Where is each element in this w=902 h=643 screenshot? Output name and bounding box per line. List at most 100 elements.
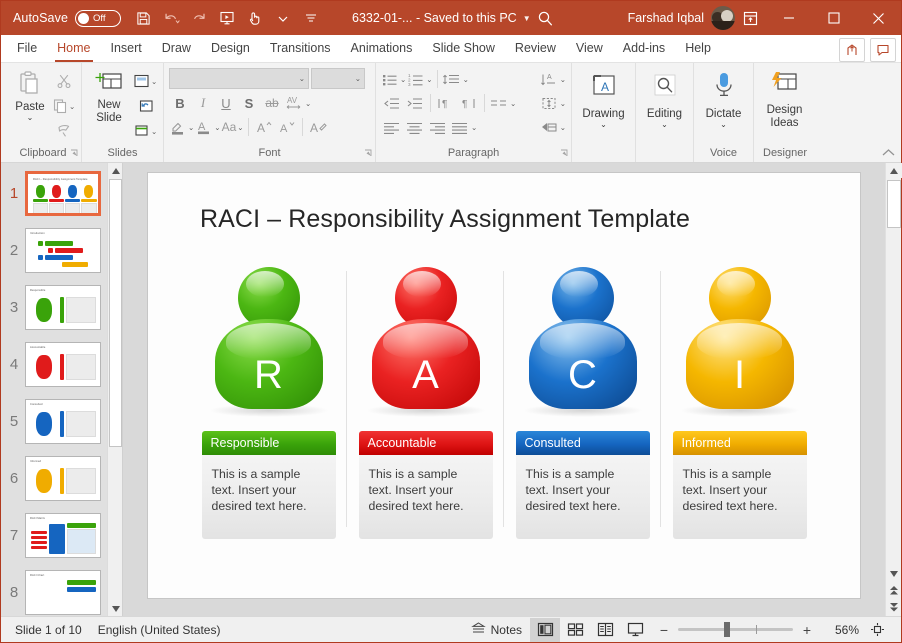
maximize-button[interactable] xyxy=(811,1,856,35)
convert-to-smartart-button[interactable]: ⌄ xyxy=(539,116,566,138)
thumbnail-preview[interactable]: Consulted xyxy=(25,399,101,444)
thumbnail-slide-3[interactable]: 3 Responsible xyxy=(1,285,122,330)
avatar[interactable] xyxy=(711,6,735,30)
tab-design[interactable]: Design xyxy=(201,35,260,62)
card-responsible[interactable]: Responsible This is a sample text. Inser… xyxy=(201,431,336,539)
zoom-slider[interactable] xyxy=(678,622,793,637)
figure-accountable[interactable]: A xyxy=(359,263,493,431)
chevron-down-icon[interactable]: ⌄ xyxy=(214,123,220,132)
minimize-button[interactable] xyxy=(766,1,811,35)
thumbnail-preview[interactable]: Responsible xyxy=(25,285,101,330)
figure-responsible[interactable]: R xyxy=(202,263,336,431)
slide-layout-button[interactable]: ⌄ xyxy=(133,70,157,92)
scroll-up-arrow-icon[interactable] xyxy=(886,163,902,178)
autosave-toggle[interactable]: Off xyxy=(75,9,122,27)
text-highlight-color-button[interactable]: ⌄ xyxy=(169,116,194,138)
tab-home[interactable]: Home xyxy=(47,35,100,62)
chevron-down-icon[interactable]: ⌄ xyxy=(355,74,361,83)
zoom-out-button[interactable]: − xyxy=(656,622,672,638)
language-indicator[interactable]: English (United States) xyxy=(90,618,229,642)
cut-button[interactable] xyxy=(52,70,75,92)
thumbnail-slide-4[interactable]: 4 Accountable xyxy=(1,342,122,387)
chevron-down-icon[interactable]: ⌄ xyxy=(400,75,406,84)
thumbnail-scrollbar-thumb[interactable] xyxy=(109,179,122,447)
document-title[interactable]: 6332-01-... - Saved to this PC ▼ xyxy=(352,11,531,25)
columns-button[interactable]: ⌄ xyxy=(489,92,516,114)
card-accountable[interactable]: Accountable This is a sample text. Inser… xyxy=(358,431,493,539)
reset-slide-button[interactable] xyxy=(133,95,157,117)
tab-draw[interactable]: Draw xyxy=(152,35,201,62)
font-size-combo[interactable]: ⌄ xyxy=(311,68,365,89)
align-text-button[interactable]: ⌄ xyxy=(539,92,566,114)
chevron-down-icon[interactable]: ⌄ xyxy=(560,123,566,132)
italic-button[interactable]: I xyxy=(192,92,214,114)
line-spacing-button[interactable]: ⌄ xyxy=(442,68,469,90)
card-consulted[interactable]: Consulted This is a sample text. Insert … xyxy=(515,431,650,539)
format-painter-button[interactable] xyxy=(52,120,75,142)
chevron-down-icon[interactable]: ⌄ xyxy=(305,99,311,108)
redo-icon[interactable] xyxy=(186,5,212,31)
font-color-button[interactable]: A ⌄ xyxy=(195,116,221,138)
chevron-down-icon[interactable]: ⌄ xyxy=(600,121,607,129)
increase-indent-button[interactable] xyxy=(404,92,426,114)
chevron-down-icon[interactable]: ⌄ xyxy=(661,121,668,129)
collapse-ribbon-icon[interactable] xyxy=(882,146,895,160)
thumbnail-preview[interactable]: Introduction xyxy=(25,228,101,273)
chevron-down-icon[interactable]: ⌄ xyxy=(471,123,477,132)
comments-icon[interactable] xyxy=(870,38,896,62)
tab-animations[interactable]: Animations xyxy=(341,35,423,62)
bold-button[interactable]: B xyxy=(169,92,191,114)
change-case-button[interactable]: Aa ⌄ xyxy=(222,116,244,138)
thumbnail-preview[interactable]: RACI Chart xyxy=(25,570,101,615)
share-icon[interactable] xyxy=(839,38,865,62)
save-icon[interactable] xyxy=(130,5,156,31)
decrease-indent-button[interactable] xyxy=(381,92,403,114)
paragraph-dialog-launcher-icon[interactable] xyxy=(560,147,569,161)
current-slide[interactable]: RACI – Responsibility Assignment Templat… xyxy=(148,173,860,598)
chevron-down-icon[interactable]: ⌄ xyxy=(27,114,34,122)
chevron-down-icon[interactable]: ⌄ xyxy=(426,75,432,84)
thumbnail-slide-7[interactable]: 7 RACI Matrix xyxy=(1,513,122,558)
justify-button[interactable]: ⌄ xyxy=(450,116,477,138)
chevron-down-icon[interactable]: ⌄ xyxy=(188,123,194,132)
font-dialog-launcher-icon[interactable] xyxy=(364,147,373,161)
slide-thumbnail-pane[interactable]: 1 RACI – Responsibility Assignment Templ… xyxy=(1,163,123,616)
thumbnail-preview[interactable]: Informed xyxy=(25,456,101,501)
new-slide-button[interactable]: New Slide xyxy=(87,68,131,125)
reading-view-button[interactable] xyxy=(590,618,620,642)
text-direction-button[interactable]: A ⌄ xyxy=(539,68,566,90)
section-button[interactable]: ⌄ xyxy=(133,120,157,142)
zoom-level-label[interactable]: 56% xyxy=(821,623,859,637)
paste-button[interactable]: Paste ⌄ xyxy=(10,68,50,122)
character-spacing-button[interactable]: AV ⌄ xyxy=(284,92,311,114)
thumbnail-slide-8[interactable]: 8 RACI Chart xyxy=(1,570,122,615)
chevron-down-icon[interactable]: ⌄ xyxy=(463,75,469,84)
ribbon-display-options-icon[interactable] xyxy=(735,4,766,32)
slide-scrollbar-thumb[interactable] xyxy=(887,180,901,228)
tab-review[interactable]: Review xyxy=(505,35,566,62)
align-right-button[interactable] xyxy=(427,116,449,138)
slide-indicator[interactable]: Slide 1 of 10 xyxy=(7,618,90,642)
chevron-down-icon[interactable]: ⌄ xyxy=(560,99,566,108)
figure-consulted[interactable]: C xyxy=(516,263,650,431)
chevron-down-icon[interactable]: ⌄ xyxy=(151,77,157,86)
chevron-down-icon[interactable]: ⌄ xyxy=(720,121,727,129)
rtl-text-direction-button[interactable]: ¶ xyxy=(458,92,480,114)
document-title-chevron-icon[interactable]: ▼ xyxy=(523,14,531,23)
dictate-button[interactable]: Dictate ⌄ xyxy=(699,68,748,129)
search-icon[interactable] xyxy=(531,4,561,32)
chevron-down-icon[interactable]: ⌄ xyxy=(151,127,157,136)
scroll-down-arrow-icon[interactable] xyxy=(886,565,902,582)
thumbnail-preview[interactable]: RACI Matrix xyxy=(25,513,101,558)
tab-add-ins[interactable]: Add-ins xyxy=(613,35,675,62)
tab-file[interactable]: File xyxy=(7,35,47,62)
strikethrough-button[interactable]: ab xyxy=(261,92,283,114)
card-body-text[interactable]: This is a sample text. Insert your desir… xyxy=(201,455,336,539)
tab-insert[interactable]: Insert xyxy=(101,35,152,62)
thumbnail-pane-scrollbar[interactable] xyxy=(107,163,122,616)
chevron-down-icon[interactable] xyxy=(270,5,296,31)
touch-mode-icon[interactable] xyxy=(242,5,268,31)
undo-icon[interactable] xyxy=(158,5,184,31)
slide-area-scrollbar[interactable] xyxy=(885,163,902,616)
slide-canvas-area[interactable]: RACI – Responsibility Assignment Templat… xyxy=(123,163,885,616)
